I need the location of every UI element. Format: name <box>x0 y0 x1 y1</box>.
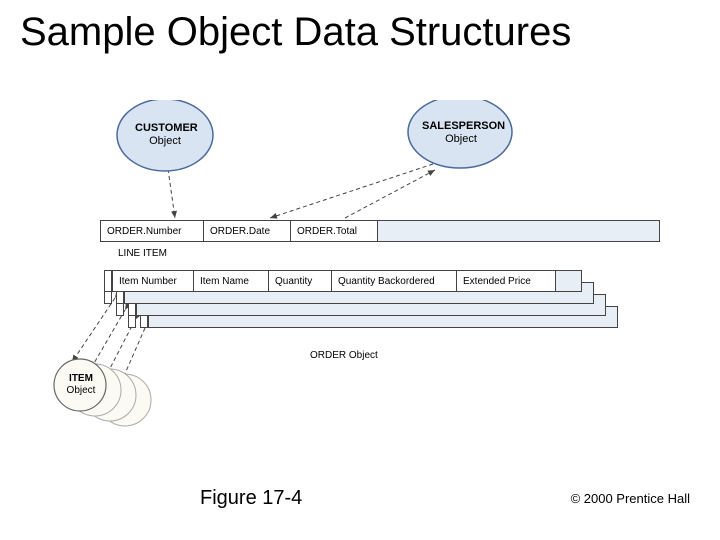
stub-3 <box>128 304 136 316</box>
arrows-layer <box>40 100 680 430</box>
stub-2 <box>116 292 124 304</box>
customer-label-line2: Object <box>149 135 181 147</box>
stub-1b <box>104 292 112 304</box>
stub-4 <box>140 316 148 328</box>
slide-title: Sample Object Data Structures <box>0 10 720 55</box>
customer-label: CUSTOMER Object <box>135 122 195 147</box>
lineitem-cell-itemname: Item Name <box>193 270 269 292</box>
lineitem-cell-itemnumber: Item Number <box>112 270 194 292</box>
lineitem-cell-backordered: Quantity Backordered <box>331 270 457 292</box>
order-object-label: ORDER Object <box>310 350 378 361</box>
order-cell-number: ORDER.Number <box>100 220 204 242</box>
salesperson-label-line1: SALESPERSON <box>422 120 505 132</box>
item-label-line2: Object <box>67 385 96 396</box>
order-cell-date: ORDER.Date <box>203 220 291 242</box>
diagram-canvas: CUSTOMER Object SALESPERSON Object ITEM … <box>40 100 680 430</box>
stub-2b <box>116 304 124 316</box>
item-label: ITEM Object <box>63 373 99 396</box>
stub-1 <box>104 270 112 292</box>
figure-caption: Figure 17-4 <box>200 487 302 510</box>
lineitem-cell-quantity: Quantity <box>268 270 332 292</box>
order-cell-total: ORDER.Total <box>290 220 378 242</box>
item-label-line1: ITEM <box>69 373 93 384</box>
customer-label-line1: CUSTOMER <box>135 122 198 134</box>
stub-3b <box>128 316 136 328</box>
salesperson-label: SALESPERSON Object <box>422 120 500 145</box>
lineitem-heading: LINE ITEM <box>118 248 167 259</box>
lineitem-cell-extprice: Extended Price <box>456 270 556 292</box>
slide: Sample Object Data Structures <box>0 0 720 540</box>
copyright-text: © 2000 Prentice Hall <box>571 491 690 506</box>
salesperson-label-line2: Object <box>445 133 477 145</box>
